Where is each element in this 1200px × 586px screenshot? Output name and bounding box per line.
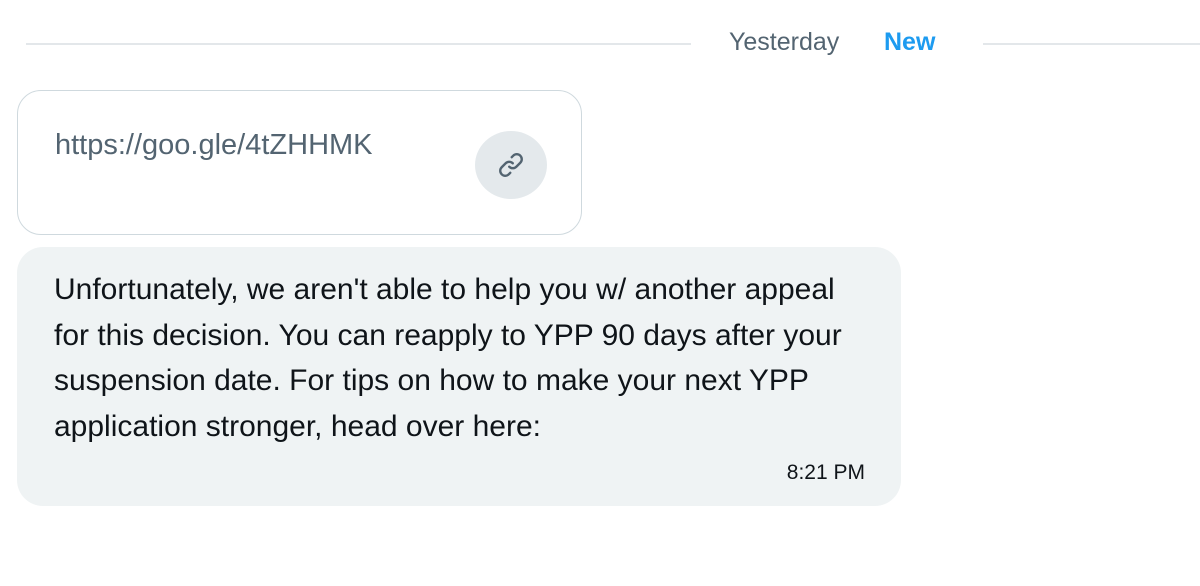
- new-badge: New: [884, 28, 936, 56]
- divider-line-left: [26, 43, 691, 45]
- open-link-button[interactable]: [475, 131, 547, 199]
- bottom-edge: [0, 582, 1200, 586]
- date-divider: Yesterday New: [0, 22, 1200, 66]
- link-url[interactable]: https://goo.gle/4tZHHMK: [55, 129, 373, 162]
- link-card[interactable]: https://goo.gle/4tZHHMK: [17, 90, 582, 235]
- message-bubble[interactable]: Unfortunately, we aren't able to help yo…: [17, 247, 901, 506]
- link-icon: [499, 153, 523, 177]
- date-label: Yesterday: [729, 28, 840, 56]
- message-text: Unfortunately, we aren't able to help yo…: [54, 273, 842, 443]
- message-timestamp: 8:21 PM: [786, 461, 865, 484]
- divider-line-right: [983, 43, 1200, 45]
- dm-conversation: Yesterday New https://goo.gle/4tZHHMK Un…: [0, 0, 1200, 586]
